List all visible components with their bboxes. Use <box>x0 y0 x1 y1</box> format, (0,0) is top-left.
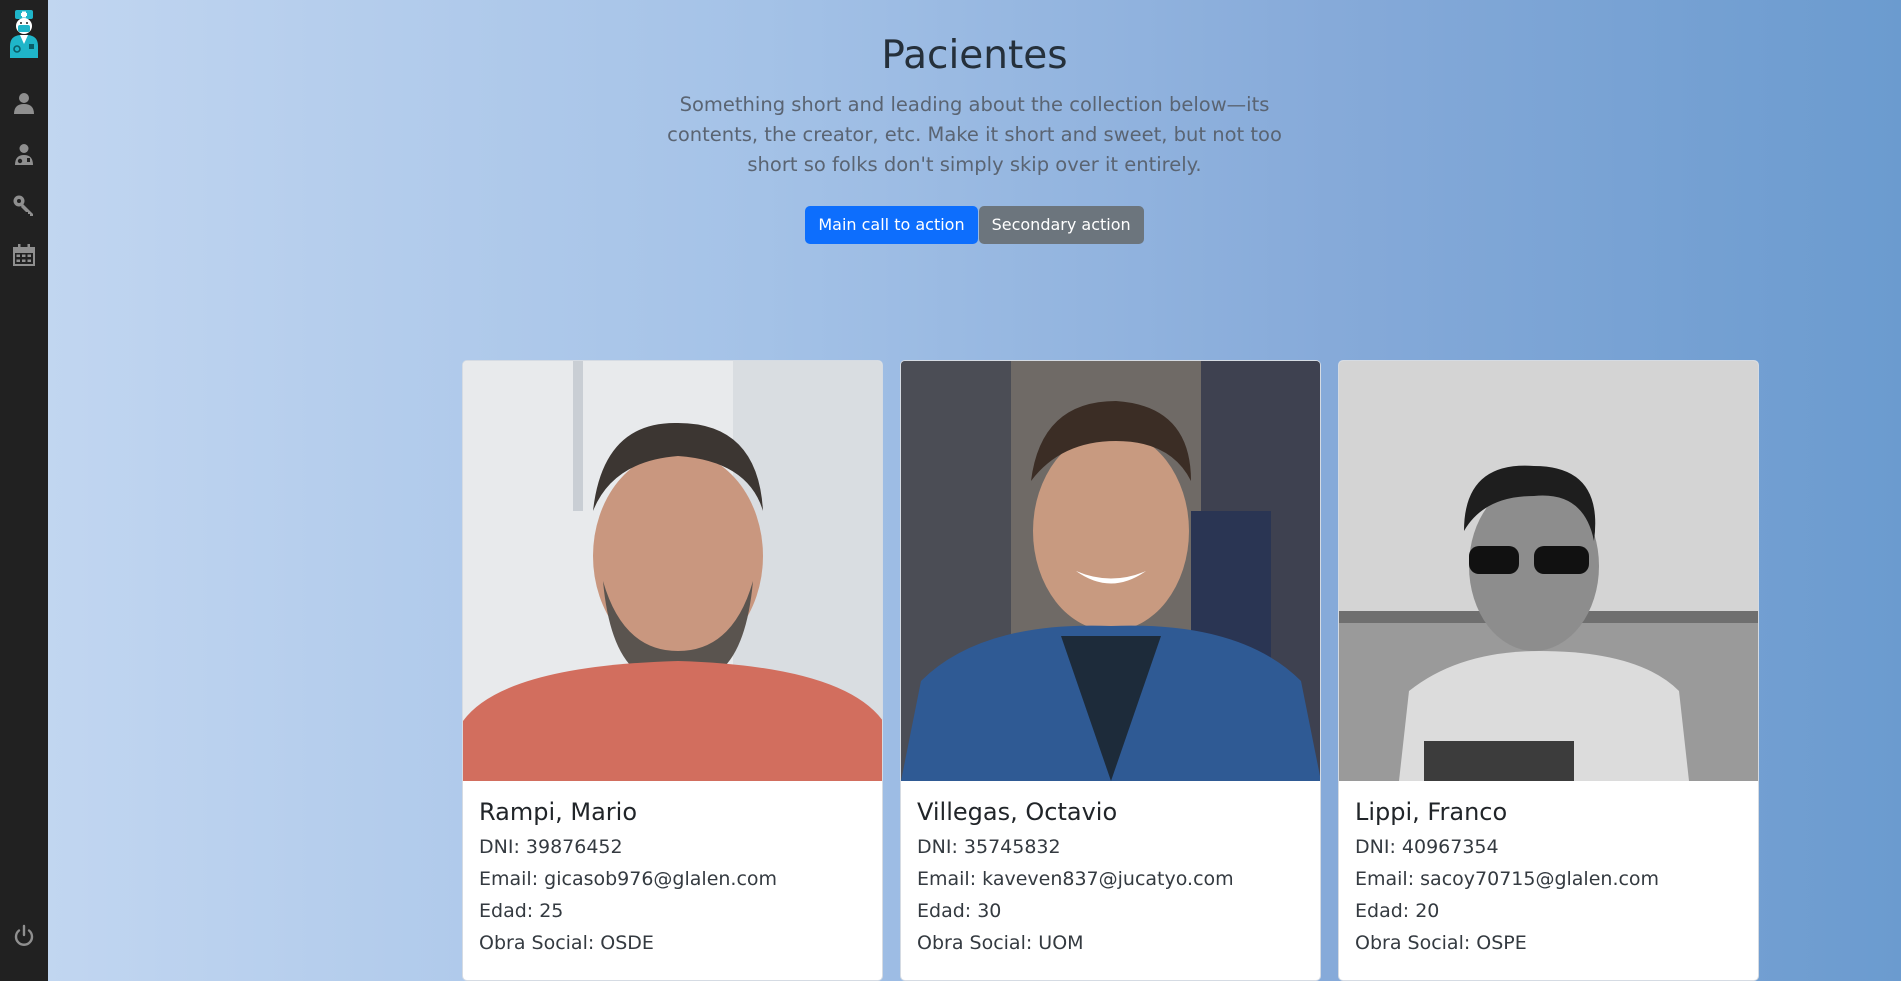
patient-dni: DNI: 35745832 <box>917 836 1061 858</box>
patient-email: Email: kaveven837@jucatyo.com <box>917 868 1234 890</box>
key-icon <box>12 193 36 221</box>
page-lead: Something short and leading about the co… <box>667 93 1282 176</box>
doctor-logo-icon[interactable] <box>6 8 42 58</box>
patient-insurance: Obra Social: OSDE <box>479 932 654 954</box>
patient-dni: DNI: 40967354 <box>1355 836 1499 858</box>
page-title: Pacientes <box>881 33 1068 78</box>
doctor-icon <box>12 142 36 170</box>
patient-card-body: Rampi, Mario DNI: 39876452 Email: gicaso… <box>463 781 882 959</box>
patient-insurance: Obra Social: UOM <box>917 932 1084 954</box>
patient-age: Edad: 25 <box>479 900 564 922</box>
sidebar <box>0 0 48 981</box>
patient-email: Email: gicasob976@glalen.com <box>479 868 778 890</box>
patient-cards: Rampi, Mario DNI: 39876452 Email: gicaso… <box>462 360 1759 981</box>
user-icon <box>12 91 36 119</box>
logout-button[interactable] <box>10 924 38 952</box>
patient-name: Villegas, Octavio <box>917 798 1118 826</box>
sidebar-item-patients[interactable] <box>10 91 38 119</box>
power-icon <box>12 924 36 952</box>
patient-photo <box>463 361 882 781</box>
patient-card[interactable]: Lippi, Franco DNI: 40967354 Email: sacoy… <box>1338 360 1759 981</box>
patient-card-body: Lippi, Franco DNI: 40967354 Email: sacoy… <box>1339 781 1758 959</box>
patient-name: Rampi, Mario <box>479 798 638 826</box>
calendar-icon <box>12 243 36 271</box>
patient-card[interactable]: Rampi, Mario DNI: 39876452 Email: gicaso… <box>462 360 883 981</box>
patient-insurance: Obra Social: OSPE <box>1355 932 1527 954</box>
hero-actions: Main call to action Secondary action <box>48 206 1901 244</box>
patient-age: Edad: 20 <box>1355 900 1440 922</box>
sidebar-item-doctors[interactable] <box>10 142 38 170</box>
secondary-action-button[interactable]: Secondary action <box>978 206 1144 244</box>
patient-photo <box>1339 361 1758 781</box>
patient-dni: DNI: 39876452 <box>479 836 623 858</box>
sidebar-item-calendar[interactable] <box>10 243 38 271</box>
sidebar-item-security[interactable] <box>10 193 38 221</box>
patient-card[interactable]: Villegas, Octavio DNI: 35745832 Email: k… <box>900 360 1321 981</box>
main-call-to-action-button[interactable]: Main call to action <box>805 206 978 244</box>
patient-card-body: Villegas, Octavio DNI: 35745832 Email: k… <box>901 781 1320 959</box>
patient-age: Edad: 30 <box>917 900 1002 922</box>
hero-section: Pacientes Something short and leading ab… <box>48 0 1901 244</box>
patient-photo <box>901 361 1320 781</box>
patient-email: Email: sacoy70715@glalen.com <box>1355 868 1660 890</box>
patient-name: Lippi, Franco <box>1355 798 1508 826</box>
